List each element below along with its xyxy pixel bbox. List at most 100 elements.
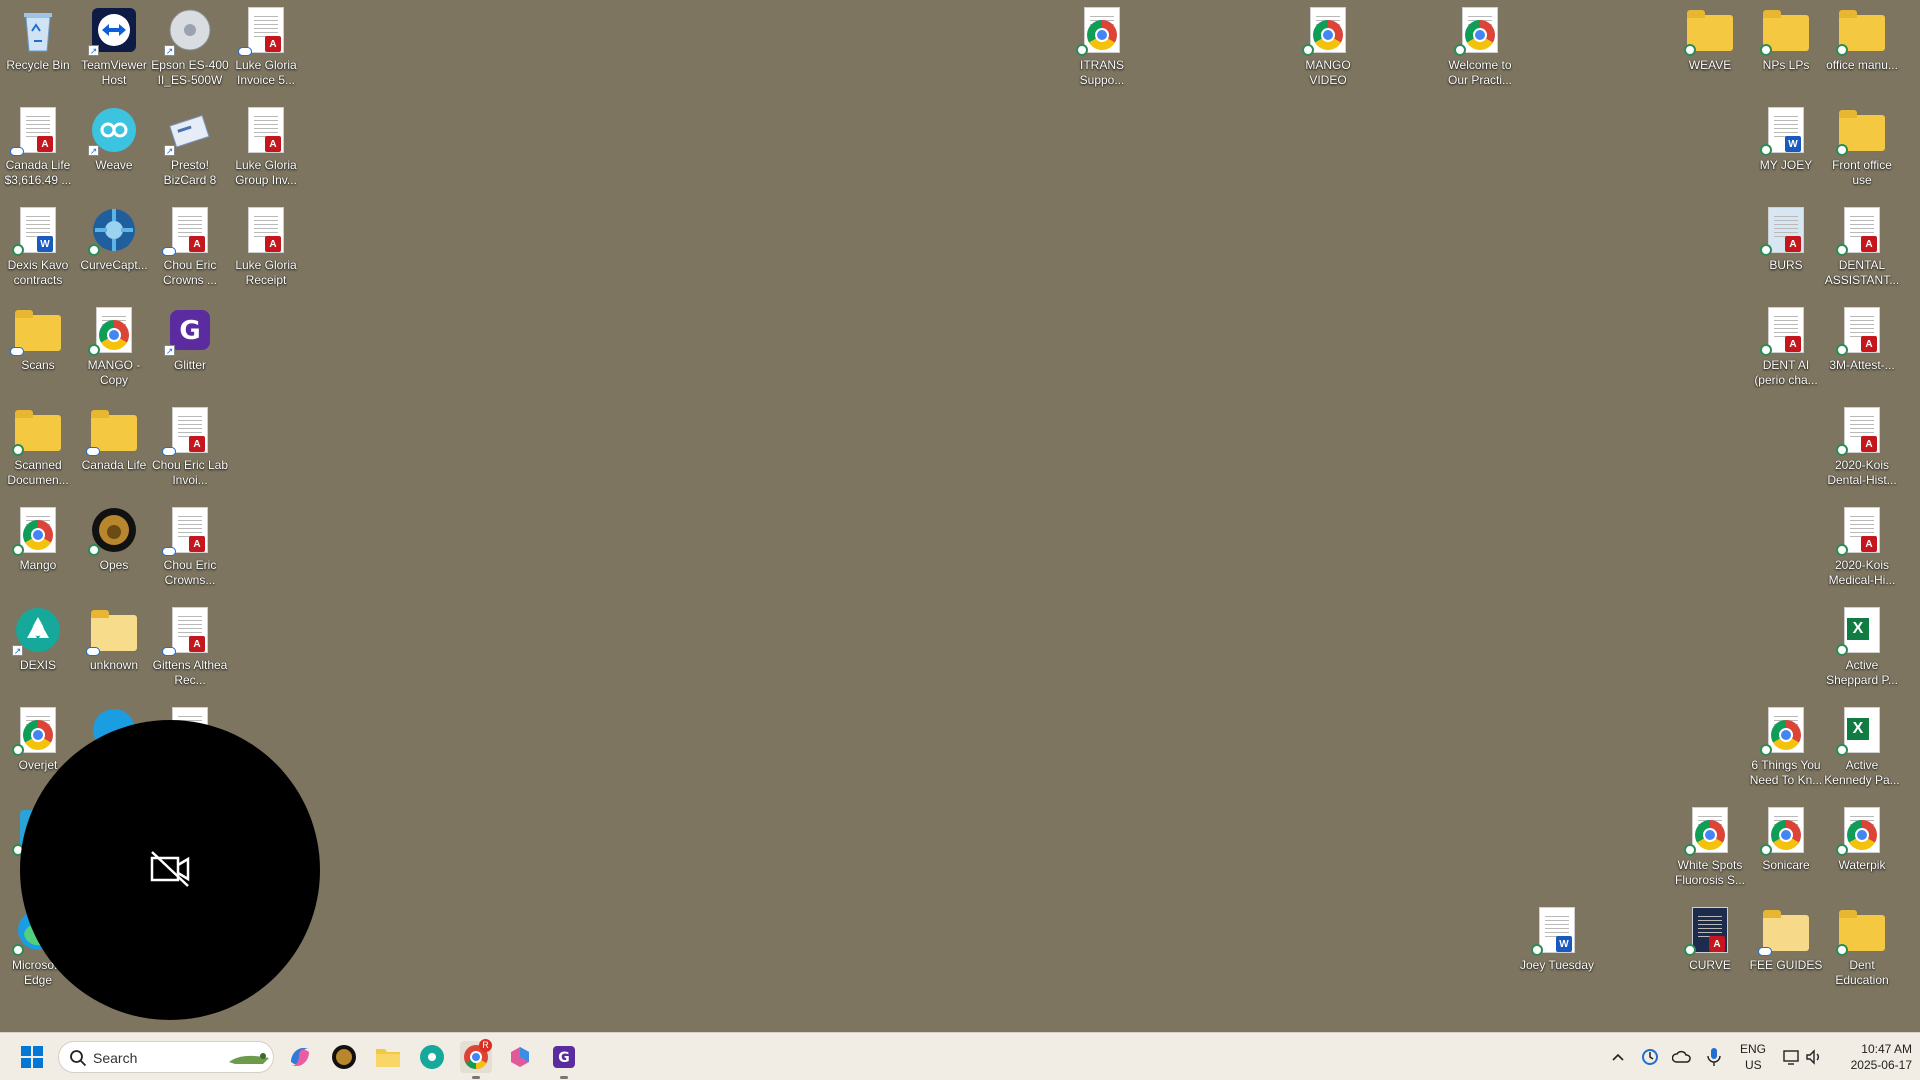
pdf-document-icon: A <box>1836 206 1886 256</box>
desktop-icon-label: NPs LPs <box>1762 58 1810 72</box>
glitter-shortcut-icon[interactable]: G ↗ Glitter <box>152 300 228 396</box>
desktop-icon-label: Dexis Kavo contracts <box>7 258 69 287</box>
desktop-icon-label: Scanned Documen... <box>7 458 69 487</box>
lion-logo-icon <box>332 1045 356 1069</box>
taskbar-chrome[interactable]: R <box>460 1039 492 1079</box>
chrome-shortcut-icon[interactable]: White Spots Fluorosis S... <box>1672 800 1748 896</box>
folder-icon[interactable]: Dent Education <box>1824 900 1900 996</box>
language-indicator[interactable]: ENG US <box>1734 1041 1774 1073</box>
folder-icon[interactable]: Canada Life <box>76 400 152 496</box>
pdf-file-icon[interactable]: A CURVE <box>1672 900 1748 996</box>
recycle-bin-icon-image <box>14 6 62 54</box>
chrome-shortcut-icon[interactable]: ITRANS Suppo... <box>1064 0 1140 96</box>
chrome-shortcut-icon[interactable]: Sonicare <box>1748 800 1824 896</box>
folder-icon[interactable]: Front office use <box>1824 100 1900 196</box>
desktop-icon-label: Canada Life $3,616.49 ... <box>4 158 72 187</box>
pdf-file-icon[interactable]: A Luke Gloria Invoice 5... <box>228 0 304 96</box>
taskbar-dexis[interactable] <box>416 1041 448 1073</box>
folder-image-icon <box>1760 6 1810 56</box>
folder-icon <box>376 1049 400 1067</box>
tray-onedrive[interactable] <box>1666 1041 1698 1073</box>
desktop-icon-label: TeamViewer Host <box>81 58 147 87</box>
chrome-document-icon <box>1836 806 1886 856</box>
show-hidden-icons-button[interactable] <box>1602 1041 1634 1073</box>
svg-text:G: G <box>558 1050 570 1066</box>
excel-file-icon[interactable]: X Active Sheppard P... <box>1824 600 1900 696</box>
pdf-file-icon[interactable]: A Luke Gloria Group Inv... <box>228 100 304 196</box>
desktop-icon-label: BURS <box>1769 258 1803 272</box>
folder-icon[interactable]: FEE GUIDES <box>1748 900 1824 996</box>
desktop-icon-label: DENT AI (perio cha... <box>1754 358 1818 387</box>
pdf-file-icon[interactable]: A Chou Eric Lab Invoi... <box>152 400 228 496</box>
folder-image-icon <box>86 606 138 656</box>
tray-volume[interactable] <box>1798 1041 1830 1073</box>
desktop-icon-label: Luke Gloria Group Inv... <box>235 158 297 187</box>
word-file-icon[interactable]: W Dexis Kavo contracts <box>0 200 76 296</box>
chrome-shortcut-icon[interactable]: Waterpik <box>1824 800 1900 896</box>
scanner-disc-icon: ↗ <box>164 6 214 56</box>
folder-icon[interactable]: office manu... <box>1824 0 1900 96</box>
search-icon <box>70 1050 87 1067</box>
desktop-icon-label: White Spots Fluorosis S... <box>1674 858 1746 887</box>
taskbar-m365[interactable] <box>504 1041 536 1073</box>
epson-scanner-shortcut-icon[interactable]: ↗ Epson ES-400 II_ES-500W ... <box>151 0 229 96</box>
taskbar-opes[interactable] <box>328 1041 360 1073</box>
pdf-file-icon[interactable]: A DENT AI (perio cha... <box>1748 300 1824 396</box>
chrome-shortcut-icon[interactable]: 6 Things You Need To Kn... <box>1748 700 1824 796</box>
tray-sync[interactable] <box>1634 1041 1666 1073</box>
pdf-file-icon[interactable]: A BURS <box>1748 200 1824 296</box>
excel-file-icon[interactable]: X Active Kennedy Pa... <box>1824 700 1900 796</box>
desktop-icon-label: Dent Education <box>1835 958 1889 987</box>
tray-microphone[interactable] <box>1698 1041 1730 1073</box>
folder-icon[interactable]: unknown <box>76 600 152 696</box>
pdf-document-icon: A <box>1836 506 1886 556</box>
sync-icon <box>1642 1049 1658 1065</box>
language-code: ENG <box>1740 1042 1767 1056</box>
pdf-file-icon[interactable]: A 2020-Kois Medical-Hi... <box>1824 500 1900 596</box>
taskbar-glitter[interactable]: G <box>548 1041 580 1079</box>
pdf-file-icon[interactable]: A 2020-Kois Dental-Hist... <box>1824 400 1900 496</box>
opes-shortcut-icon[interactable]: Opes <box>76 500 152 596</box>
taskbar-file-explorer[interactable] <box>372 1041 404 1073</box>
folder-icon[interactable]: Scans <box>0 300 76 396</box>
start-button[interactable] <box>16 1041 48 1073</box>
pdf-file-icon[interactable]: A Luke Gloria Receipt <box>228 200 304 296</box>
folder-icon[interactable]: WEAVE <box>1672 0 1748 96</box>
pdf-file-icon[interactable]: A DENTAL ASSISTANT... <box>1824 200 1900 296</box>
folder-image-icon <box>1836 906 1886 956</box>
excel-document-icon: X <box>1836 706 1886 756</box>
chrome-shortcut-icon[interactable]: MANGO VIDEO <box>1290 0 1366 96</box>
chrome-document-icon <box>1760 706 1810 756</box>
presto-bizcard-shortcut-icon[interactable]: ↗ Presto! BizCard 8 <box>152 100 228 196</box>
dexis-logo-icon <box>420 1045 444 1069</box>
curvecapture-shortcut-icon[interactable]: CurveCapt... <box>76 200 152 296</box>
word-file-icon[interactable]: W MY JOEY <box>1748 100 1824 196</box>
taskbar-copilot[interactable] <box>284 1041 316 1073</box>
pdf-file-icon[interactable]: A Chou Eric Crowns ... <box>152 200 228 296</box>
pdf-file-icon[interactable]: A Gittens Althea Rec... <box>152 600 228 696</box>
taskbar-search-box[interactable]: Search <box>58 1041 274 1073</box>
pdf-file-icon[interactable]: A Canada Life $3,616.49 ... <box>0 100 76 196</box>
folder-icon[interactable]: Scanned Documen... <box>0 400 76 496</box>
folder-icon[interactable]: NPs LPs <box>1748 0 1824 96</box>
chrome-shortcut-icon[interactable]: Mango <box>0 500 76 596</box>
weave-shortcut-icon[interactable]: ↗ Weave <box>76 100 152 196</box>
word-document-icon: W <box>1531 906 1581 956</box>
camera-off-overlay[interactable] <box>20 720 320 1020</box>
dexis-app-icon[interactable]: ↗ DEXIS <box>0 600 76 696</box>
chrome-document-icon <box>1302 6 1352 56</box>
recycle-bin-icon[interactable]: Recycle Bin <box>0 0 76 96</box>
desktop-icon-label: MANGO - Copy <box>87 358 141 387</box>
desktop-icon-label: Chou Eric Lab Invoi... <box>151 458 229 487</box>
pdf-file-icon[interactable]: A 3M-Attest-... <box>1824 300 1900 396</box>
pdf-file-icon[interactable]: A Chou Eric Crowns... <box>152 500 228 596</box>
chrome-shortcut-icon[interactable]: Welcome to Our Practi... <box>1442 0 1518 96</box>
active-indicator <box>560 1076 568 1079</box>
clock[interactable]: 10:47 AM 2025-06-17 <box>1828 1041 1916 1073</box>
desktop-icon-label: Scans <box>21 358 55 372</box>
teamviewer-shortcut-icon[interactable]: ↗ TeamViewer Host <box>76 0 152 96</box>
chrome-shortcut-icon[interactable]: MANGO - Copy <box>76 300 152 396</box>
chevron-up-icon <box>1612 1053 1624 1061</box>
desktop-icon-label: 2020-Kois Medical-Hi... <box>1828 558 1896 587</box>
word-file-icon[interactable]: W Joey Tuesday <box>1519 900 1595 996</box>
